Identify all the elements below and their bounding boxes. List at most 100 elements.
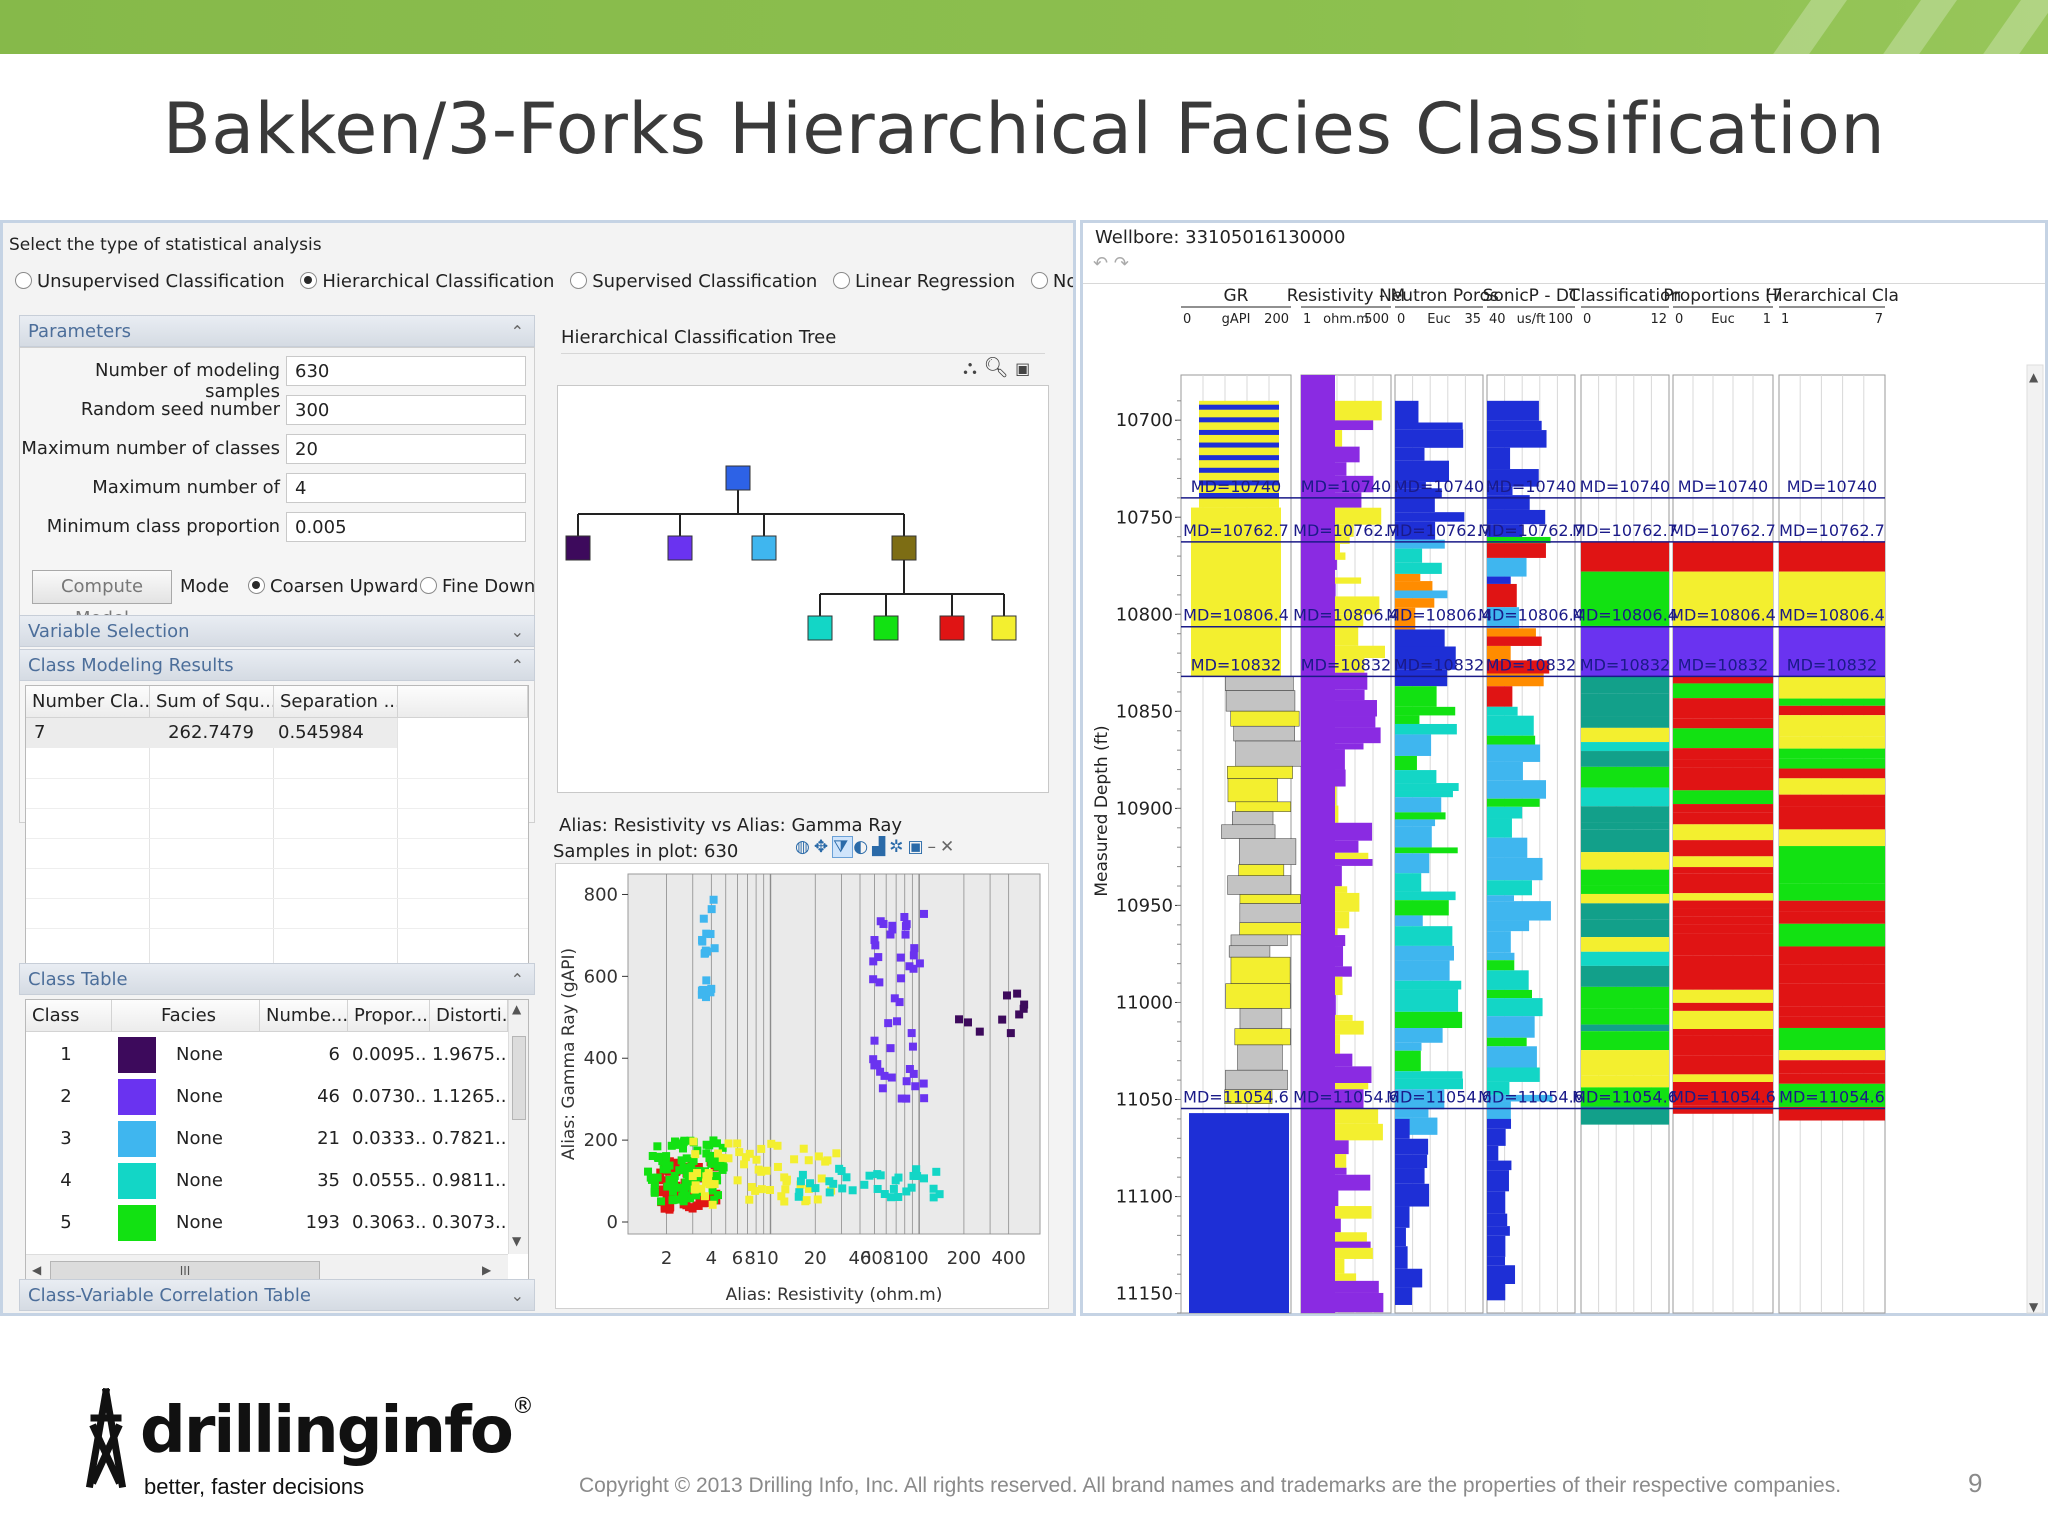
- max-classes-input[interactable]: 20: [286, 434, 526, 464]
- max-number-input[interactable]: 4: [286, 473, 526, 503]
- crossplot-title: Alias: Resistivity vs Alias: Gamma Ray: [559, 815, 903, 836]
- tree-node-4[interactable]: [807, 615, 833, 641]
- analysis-type-group: Unsupervised Classification Hierarchical…: [15, 271, 1073, 292]
- settings-icon[interactable]: ✲: [889, 837, 907, 857]
- scroll-thumb[interactable]: [512, 1036, 526, 1120]
- column-header[interactable]: Distorti...: [430, 1000, 508, 1032]
- cell-class: 3: [60, 1128, 72, 1149]
- random-seed-input[interactable]: 300: [286, 395, 526, 425]
- color-map-icon[interactable]: ◍: [795, 837, 814, 857]
- undo-icon[interactable]: ↶: [1093, 253, 1108, 274]
- radio-unsupervised[interactable]: Unsupervised Classification: [15, 271, 285, 292]
- radio-fine-down[interactable]: Fine Down: [420, 576, 535, 597]
- move-icon[interactable]: ✥: [814, 837, 832, 857]
- x-tick-label: 2: [661, 1248, 672, 1269]
- scroll-right-icon[interactable]: ▶: [482, 1263, 491, 1277]
- track-min: 1: [1303, 312, 1311, 327]
- compute-model-button[interactable]: Compute Model: [32, 570, 172, 629]
- variable-selection-header[interactable]: Variable Selection ⌄: [19, 615, 535, 647]
- radio-nonlinear[interactable]: Non-Linear Re: [1030, 271, 1073, 292]
- track-header-name[interactable]: Hierarchical Cla: [1765, 286, 1899, 306]
- modeling-samples-input[interactable]: 630: [286, 356, 526, 386]
- class-color-swatch[interactable]: [118, 1079, 156, 1115]
- header-band: [0, 0, 2048, 54]
- tree-node-parent[interactable]: [891, 535, 917, 561]
- parameters-header[interactable]: Parameters ⌃: [19, 315, 535, 347]
- well-log-svg[interactable]: GR0 200gAPIResistivity - M1 500ohm.mNeutro…: [1083, 283, 2045, 1315]
- class-row[interactable]: 3 None 21 0.0333... 0.7821...: [26, 1118, 508, 1160]
- class-row[interactable]: 5 None 193 0.3063... 0.3073...: [26, 1202, 508, 1244]
- class-modeling-results-table: Number Cla... Sum of Squ... Separation .…: [25, 685, 529, 973]
- minimize-icon[interactable]: –: [928, 837, 941, 857]
- track-header-name[interactable]: GR: [1224, 286, 1249, 306]
- radio-hierarchical[interactable]: Hierarchical Classification: [300, 271, 554, 292]
- md-marker-label: MD=10740: [1787, 477, 1877, 496]
- radio-coarsen-upward[interactable]: Coarsen Upward: [248, 576, 418, 597]
- log-toolbar: ↶ ↷: [1093, 253, 1129, 274]
- zoom-icon[interactable]: 🔍︎: [983, 355, 1008, 379]
- radio-supervised[interactable]: Supervised Classification: [570, 271, 817, 292]
- tree-node-7[interactable]: [991, 615, 1017, 641]
- scroll-up-icon[interactable]: ▲: [2029, 370, 2039, 384]
- track-min: 1: [1781, 312, 1789, 327]
- cell-separation: 0.545984: [278, 722, 364, 743]
- track-max: 12: [1650, 312, 1667, 327]
- column-header[interactable]: Propor...: [348, 1000, 430, 1032]
- cell-number: 46: [317, 1086, 340, 1107]
- param-label: Maximum number of: [92, 477, 280, 498]
- track-unit: us/ft: [1517, 312, 1546, 327]
- scroll-up-icon[interactable]: ▲: [512, 1002, 521, 1016]
- track-header-name[interactable]: Neutron Poros: [1379, 286, 1499, 306]
- class-modeling-results-header[interactable]: Class Modeling Results ⌃: [19, 649, 535, 681]
- legend-icon[interactable]: ◐: [853, 837, 872, 857]
- tree-node-5[interactable]: [873, 615, 899, 641]
- redo-icon[interactable]: ↷: [1114, 253, 1129, 274]
- min-class-proportion-input[interactable]: 0.005: [286, 512, 526, 542]
- log-scrollbar[interactable]: [2026, 364, 2044, 1314]
- tree-node-root[interactable]: [725, 465, 751, 491]
- column-header[interactable]: Facies: [112, 1000, 260, 1032]
- close-icon[interactable]: ✕: [940, 837, 958, 857]
- class-table-header[interactable]: Class Table ⌃: [19, 963, 535, 995]
- correlation-table-header[interactable]: Class-Variable Correlation Table ⌄: [19, 1279, 535, 1311]
- filter-icon[interactable]: ⧩: [832, 836, 854, 858]
- y-tick-label: 200: [584, 1130, 618, 1151]
- tree-node-1[interactable]: [565, 535, 591, 561]
- track-header-name[interactable]: SonicP - DT: [1483, 286, 1580, 306]
- class-row[interactable]: 4 None 35 0.0555... 0.9811...: [26, 1160, 508, 1202]
- table-row[interactable]: 7 262.7479 0.545984: [26, 718, 398, 748]
- radio-icon: [833, 272, 851, 289]
- class-color-swatch[interactable]: [118, 1163, 156, 1199]
- tree-node-3[interactable]: [751, 535, 777, 561]
- md-marker-label: MD=10806.4: [1478, 606, 1584, 625]
- export-icon[interactable]: ▣: [907, 837, 927, 857]
- tree-node-6[interactable]: [939, 615, 965, 641]
- scroll-down-icon[interactable]: ▼: [512, 1234, 521, 1248]
- column-header[interactable]: Numbe...: [260, 1000, 348, 1032]
- md-marker-label: MD=10832: [1678, 655, 1768, 674]
- scroll-thumb[interactable]: III: [50, 1261, 320, 1281]
- column-header[interactable]: Separation ...: [274, 686, 398, 718]
- track-unit: Euc: [1427, 312, 1451, 327]
- scroll-left-icon[interactable]: ◀: [32, 1263, 41, 1277]
- md-marker-label: MD=11054.6: [1572, 1087, 1678, 1106]
- vertical-scrollbar[interactable]: ▲ ▼: [508, 1000, 528, 1254]
- x-axis-label: Alias: Resistivity (ohm.m): [726, 1285, 943, 1305]
- class-color-swatch[interactable]: [118, 1205, 156, 1241]
- radio-linear-regression[interactable]: Linear Regression: [833, 271, 1015, 292]
- md-marker-label: MD=11054.6: [1478, 1087, 1584, 1106]
- class-row[interactable]: 2 None 46 0.0730... 1.1265...: [26, 1076, 508, 1118]
- class-color-swatch[interactable]: [118, 1121, 156, 1157]
- class-color-swatch[interactable]: [118, 1037, 156, 1073]
- save-image-icon[interactable]: ▣: [1015, 359, 1030, 378]
- histogram-icon[interactable]: ▟: [872, 837, 889, 857]
- column-header[interactable]: Class: [26, 1000, 112, 1032]
- tree-layout-icon[interactable]: ⛬: [963, 355, 977, 379]
- x-tick-label: 608100: [860, 1248, 929, 1269]
- tree-node-2[interactable]: [667, 535, 693, 561]
- scroll-down-icon[interactable]: ▼: [2029, 1300, 2039, 1314]
- class-row[interactable]: 1 None 6 0.0095... 1.9675...: [26, 1034, 508, 1076]
- column-header[interactable]: Number Cla...: [26, 686, 150, 718]
- column-header[interactable]: Sum of Squ...: [150, 686, 274, 718]
- crossplot-svg[interactable]: 2 4 6 810 20 40608100 200 4008006004002000 Alia…: [556, 864, 1050, 1310]
